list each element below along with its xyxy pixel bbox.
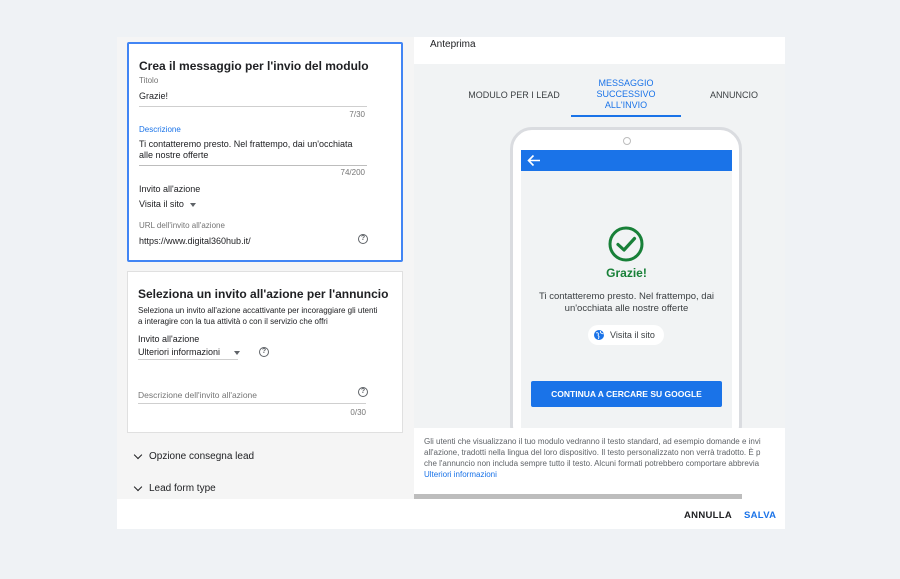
caret-down-icon	[189, 202, 196, 207]
lead-form-dialog: Crea il messaggio per l'invio del modulo…	[117, 37, 785, 529]
preview-area: MODULO PER I LEAD MESSAGGIO SUCCESSIVO A…	[414, 64, 785, 428]
thanks-title: Grazie!	[606, 266, 647, 280]
help-icon[interactable]: ?	[259, 347, 269, 357]
active-tab-indicator	[571, 115, 681, 117]
headline-counter: 7/30	[349, 110, 365, 119]
cta-select-value: Visita il sito	[139, 199, 184, 209]
tab-lead-form[interactable]: MODULO PER I LEAD	[464, 90, 564, 100]
card-title: Crea il messaggio per l'invio del modulo	[139, 59, 369, 73]
visit-site-chip[interactable]: Visita il sito	[588, 325, 664, 345]
cta-label: Invito all'azione	[139, 184, 201, 194]
help-icon[interactable]: ?	[358, 234, 368, 244]
globe-icon	[594, 330, 604, 340]
dialog-footer: ANNULLA SALVA	[117, 499, 785, 529]
continue-google-button[interactable]: CONTINUA A CERCARE SU GOOGLE	[531, 381, 722, 407]
description-underline	[139, 165, 367, 166]
check-circle-icon	[608, 226, 644, 262]
accordion-lead-delivery[interactable]: Opzione consegna lead	[133, 450, 255, 462]
caret-down-icon	[234, 350, 241, 355]
disclaimer-line: Gli utenti che visualizzano il tuo modul…	[424, 437, 761, 446]
headline-underline	[139, 106, 367, 107]
accordion-lead-form-type[interactable]: Lead form type	[133, 482, 216, 494]
ad-cta-select-value: Ulteriori informazioni	[138, 347, 221, 357]
preview-disclaimer: Gli utenti che visualizzano il tuo modul…	[424, 436, 785, 480]
phone-mockup: Grazie! Ti contatteremo presto. Nel frat…	[510, 127, 742, 428]
url-label: URL dell'invito all'azione	[139, 221, 225, 230]
disclaimer-line: all'azione, tradotti nella lingua del lo…	[424, 448, 761, 457]
thanks-description: Ti contatteremo presto. Nel frattempo, d…	[539, 291, 714, 314]
visit-site-label: Visita il sito	[610, 330, 655, 340]
ad-cta-select[interactable]: Ulteriori informazioni	[138, 347, 248, 358]
preview-title: Anteprima	[430, 39, 476, 50]
ad-cta-underline	[138, 359, 238, 360]
preview-panel: Anteprima MODULO PER I LEAD MESSAGGIO SU…	[414, 37, 785, 499]
headline-label: Titolo	[139, 76, 159, 85]
post-submit-message-card: Crea il messaggio per l'invio del modulo…	[127, 42, 403, 262]
description-counter: 74/200	[340, 168, 365, 177]
description-input[interactable]: Ti contatteremo presto. Nel frattempo, d…	[139, 139, 367, 161]
accordion-label: Lead form type	[149, 483, 216, 494]
card-title: Seleziona un invito all'azione per l'ann…	[138, 287, 389, 301]
url-input[interactable]: https://www.digital360hub.it/	[139, 236, 251, 247]
app-bar	[521, 150, 732, 171]
save-button[interactable]: SALVA	[744, 510, 776, 521]
cta-description-underline	[138, 403, 366, 404]
phone-screen: Grazie! Ti contatteremo presto. Nel frat…	[521, 150, 732, 428]
tab-ad[interactable]: ANNUNCIO	[704, 90, 764, 100]
learn-more-link[interactable]: Ulteriori informazioni	[424, 469, 785, 480]
accordion-label: Opzione consegna lead	[149, 451, 255, 462]
form-editor-panel: Crea il messaggio per l'invio del modulo…	[117, 37, 414, 499]
chevron-down-icon	[133, 450, 143, 460]
headline-input[interactable]: Grazie!	[139, 91, 168, 102]
cancel-button[interactable]: ANNULLA	[684, 510, 732, 521]
ad-cta-card: Seleziona un invito all'azione per l'ann…	[127, 271, 403, 433]
camera-icon	[623, 137, 631, 145]
description-label: Descrizione	[139, 125, 181, 134]
help-icon[interactable]: ?	[358, 387, 368, 397]
back-arrow-icon[interactable]	[527, 154, 541, 167]
disclaimer-line: che l'annuncio non includa sempre tutto …	[424, 459, 760, 468]
card-description: Seleziona un invito all'azione accattiva…	[138, 306, 378, 326]
chevron-down-icon	[133, 482, 143, 492]
tab-post-submit-message[interactable]: MESSAGGIO SUCCESSIVO ALL'INVIO	[584, 78, 668, 111]
cta-select[interactable]: Visita il sito	[139, 199, 196, 210]
cta-description-counter: 0/30	[350, 408, 366, 417]
ad-cta-label: Invito all'azione	[138, 334, 200, 344]
cta-description-input[interactable]: Descrizione dell'invito all'azione	[138, 390, 257, 401]
